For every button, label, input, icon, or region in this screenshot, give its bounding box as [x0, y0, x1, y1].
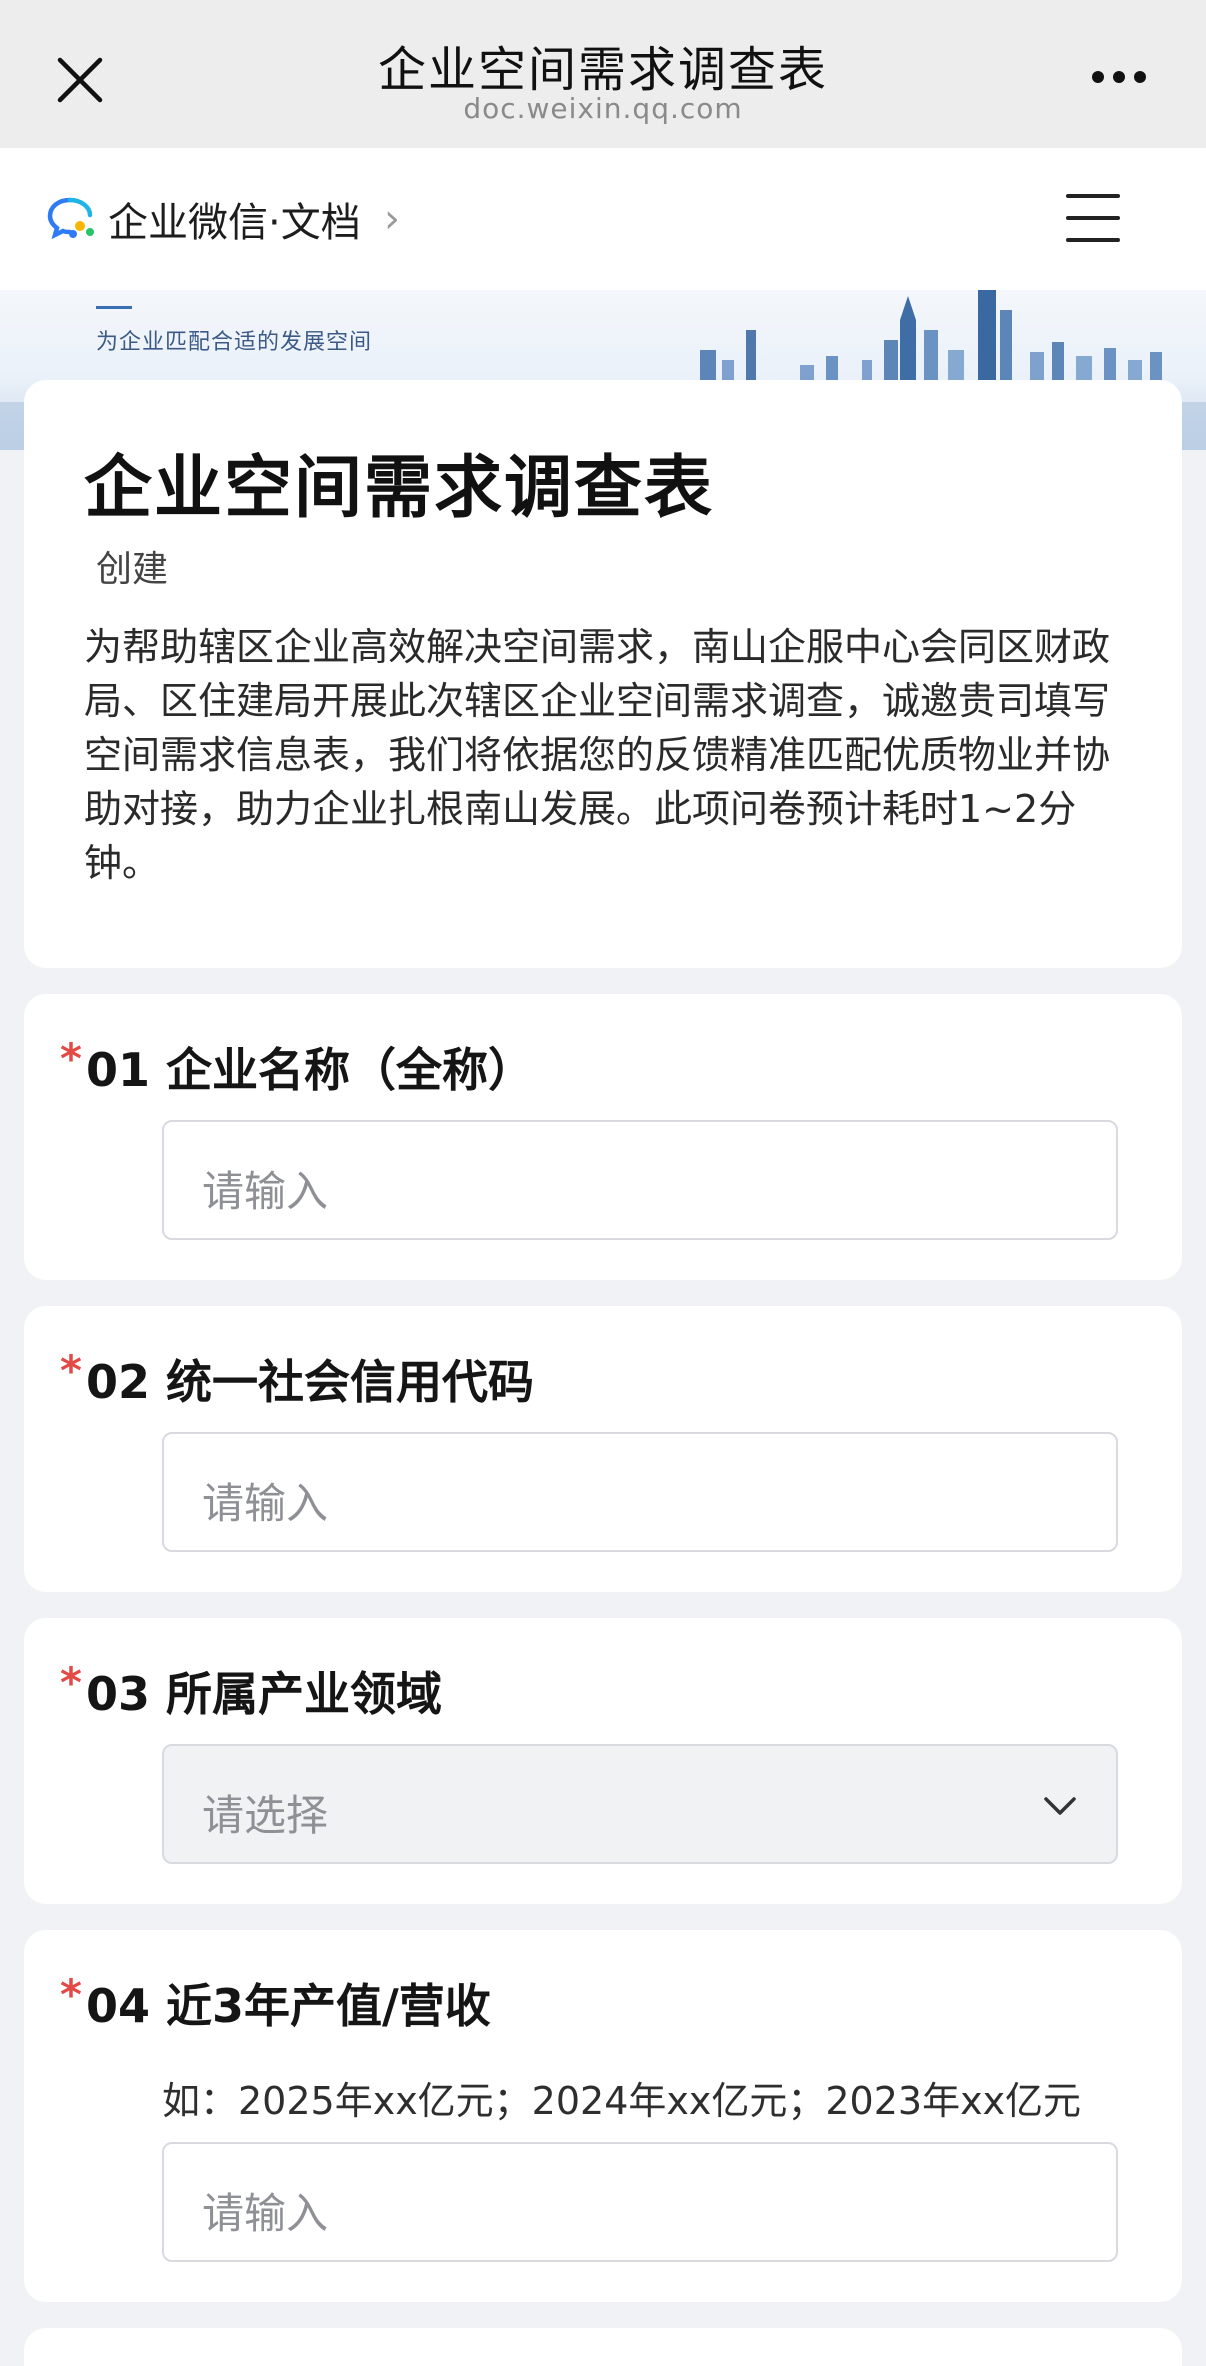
form-creator: 创建: [96, 549, 169, 590]
chevron-right-icon[interactable]: ›: [384, 196, 400, 242]
browser-url: doc.weixin.qq.com: [463, 92, 743, 125]
question-card-03: *03 所属产业领域 请选择: [24, 1618, 1182, 1904]
required-star: *: [60, 1346, 82, 1395]
brand-link[interactable]: 企业微信·文档: [108, 190, 361, 248]
input-placeholder: 请输入: [202, 1479, 329, 1528]
doc-header: 企业微信·文档 ›: [0, 148, 1206, 290]
intro-card: 企业空间需求调查表 创建 为帮助辖区企业高效解决空间需求，南山企服中心会同区财政…: [24, 380, 1182, 968]
menu-icon[interactable]: [1066, 194, 1120, 242]
wecom-docs-logo-icon: [47, 197, 94, 240]
question-title: 02 统一社会信用代码: [85, 1355, 534, 1409]
required-star: *: [60, 1034, 82, 1083]
question-label: *03 所属产业领域: [60, 1658, 442, 1724]
question-title: 04 近3年产值/营收: [85, 1979, 491, 2033]
revenue-input[interactable]: 请输入: [162, 2142, 1118, 2262]
company-name-input[interactable]: 请输入: [162, 1120, 1118, 1240]
input-placeholder: 请输入: [202, 1167, 329, 1216]
question-label: *01 企业名称（全称）: [60, 1034, 534, 1100]
credit-code-input[interactable]: 请输入: [162, 1432, 1118, 1552]
industry-select[interactable]: 请选择: [162, 1744, 1118, 1864]
browser-title: 企业空间需求调查表: [377, 42, 828, 98]
browser-top-bar: 企业空间需求调查表 doc.weixin.qq.com: [0, 0, 1206, 148]
question-title: 03 所属产业领域: [85, 1667, 442, 1721]
banner-slogan: 为企业匹配合适的发展空间: [96, 330, 373, 355]
question-title: 01 企业名称（全称）: [85, 1043, 534, 1097]
question-label: *04 近3年产值/营收: [60, 1970, 491, 2036]
more-options-icon[interactable]: [1092, 68, 1156, 88]
question-card-05-partial: [24, 2328, 1182, 2366]
question-label: *02 统一社会信用代码: [60, 1346, 534, 1412]
required-star: *: [60, 1658, 82, 1707]
form-description: 为帮助辖区企业高效解决空间需求，南山企服中心会同区财政局、区住建局开展此次辖区企…: [84, 625, 1111, 885]
form-title: 企业空间需求调查表: [84, 449, 715, 528]
select-placeholder: 请选择: [202, 1791, 329, 1840]
chevron-down-icon: [1044, 1797, 1076, 1815]
input-placeholder: 请输入: [202, 2189, 329, 2238]
question-card-04: *04 近3年产值/营收 如：2025年xx亿元；2024年xx亿元；2023年…: [24, 1930, 1182, 2302]
banner-accent-line: [96, 306, 132, 309]
required-star: *: [60, 1970, 82, 2019]
question-card-02: *02 统一社会信用代码 请输入: [24, 1306, 1182, 1592]
question-hint: 如：2025年xx亿元；2024年xx亿元；2023年xx亿元: [162, 2079, 1082, 2123]
question-card-01: *01 企业名称（全称） 请输入: [24, 994, 1182, 1280]
